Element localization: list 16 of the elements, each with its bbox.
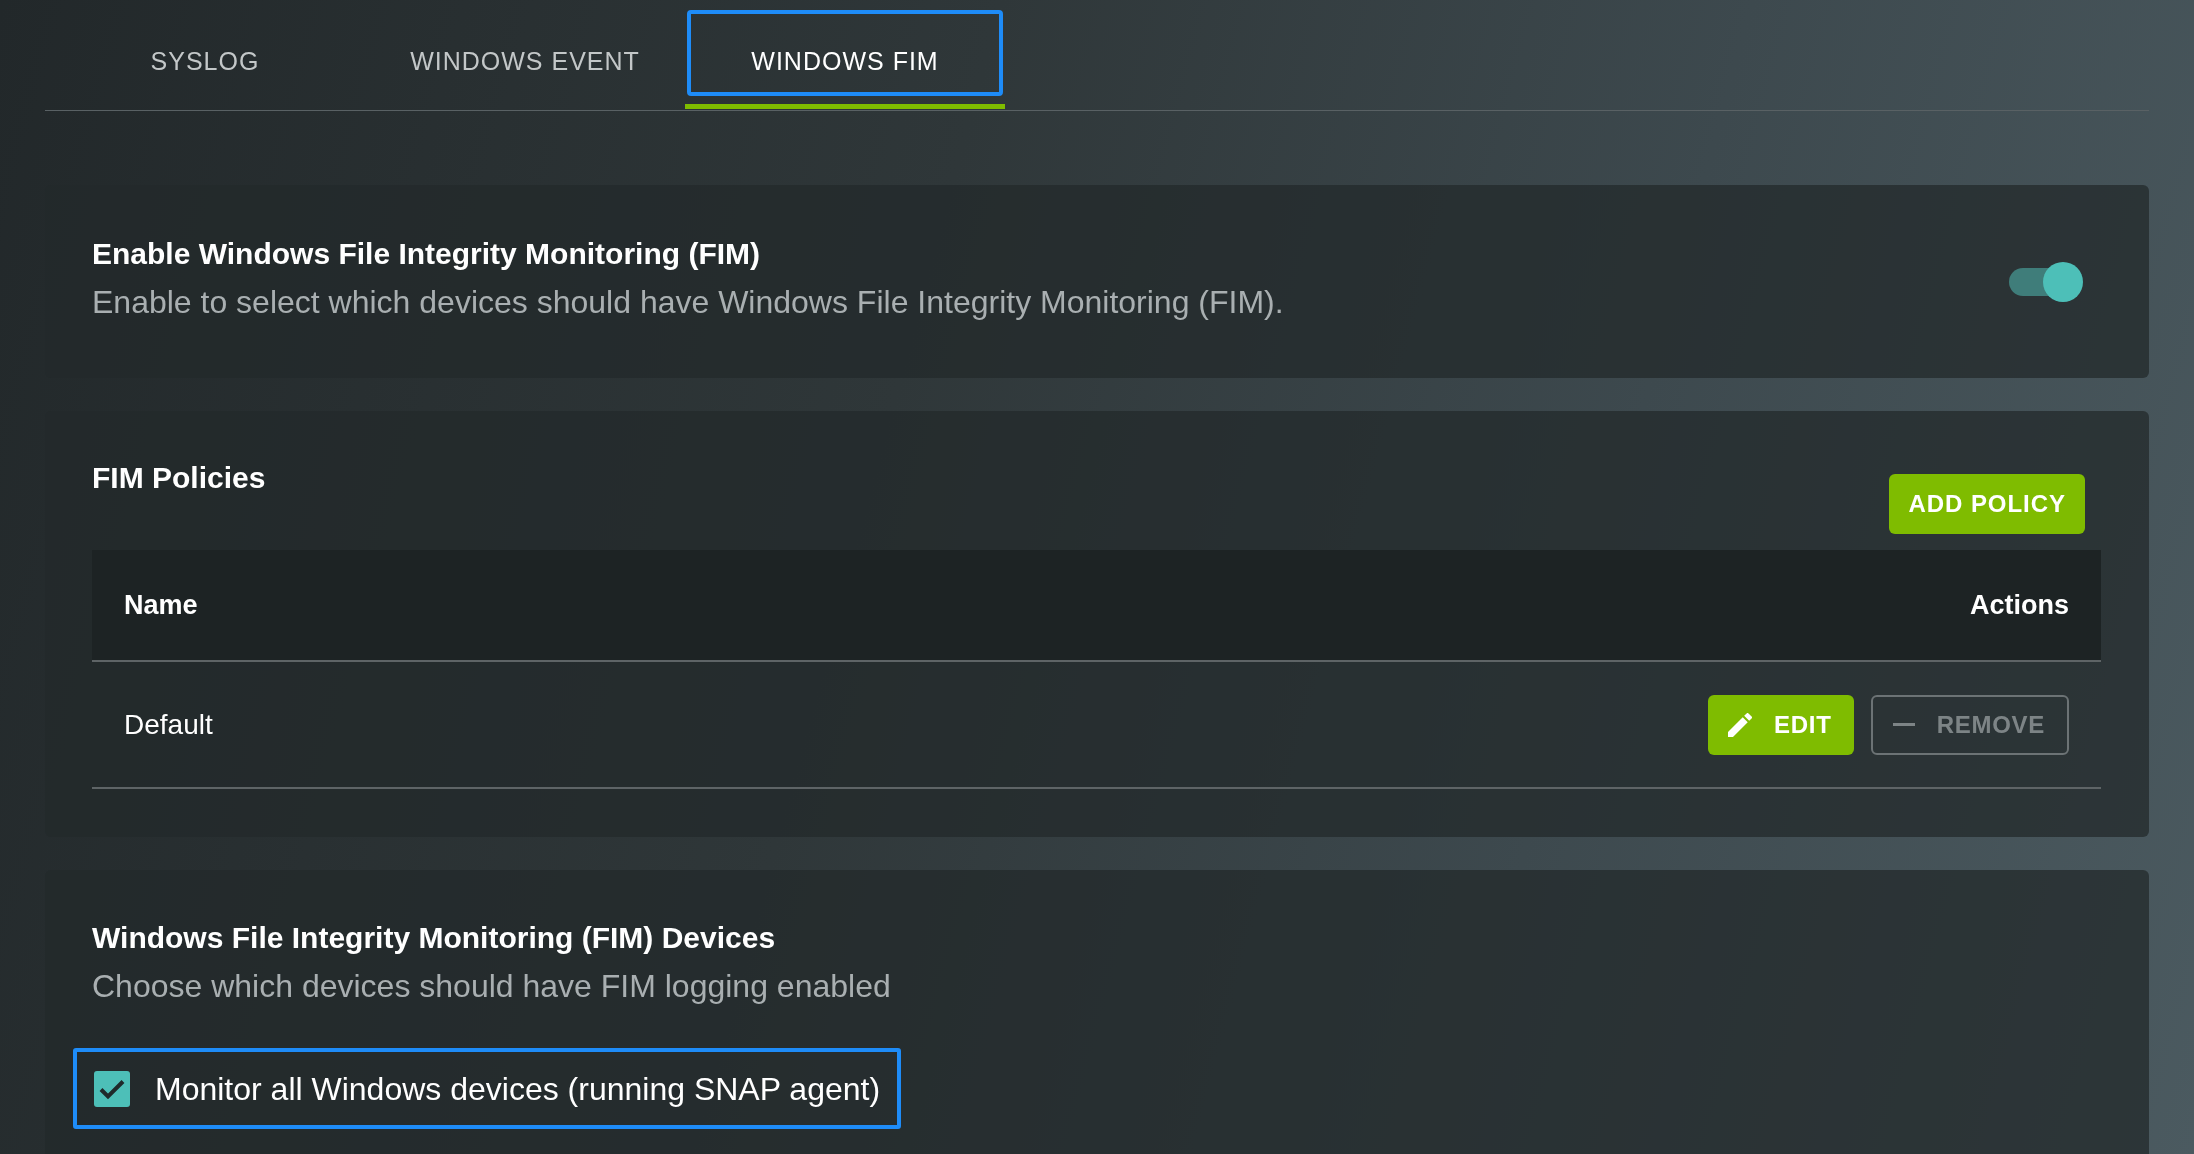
card-description: Choose which devices should have FIM logging enabled	[92, 967, 892, 1006]
card-description: Enable to select which devices should have Windows File Integrity Monitoring (FIM).	[92, 282, 1284, 322]
table-cell-text: Default	[124, 707, 213, 742]
tab[interactable]: WINDOWS FIM	[687, 10, 1003, 96]
checkbox-label: Monitor all Windows devices (running SNAP agent)	[155, 1069, 881, 1109]
tab[interactable]: SYSLOG	[47, 10, 363, 96]
column-header: Name	[124, 588, 198, 622]
minus-icon	[1892, 723, 1915, 726]
card-title: Enable Windows File Integrity Monitoring (FIM)	[92, 235, 762, 272]
column-header: Actions	[1970, 588, 2069, 622]
section-title: FIM Policies	[92, 460, 266, 496]
pencil-icon	[1728, 712, 1753, 737]
section-title: Windows File Integrity Monitoring (FIM) Devices	[92, 920, 777, 956]
checkbox[interactable]	[94, 1070, 130, 1107]
toggle-switch[interactable]	[2009, 261, 2083, 302]
tab[interactable]: WINDOWS EVENT	[367, 10, 683, 96]
